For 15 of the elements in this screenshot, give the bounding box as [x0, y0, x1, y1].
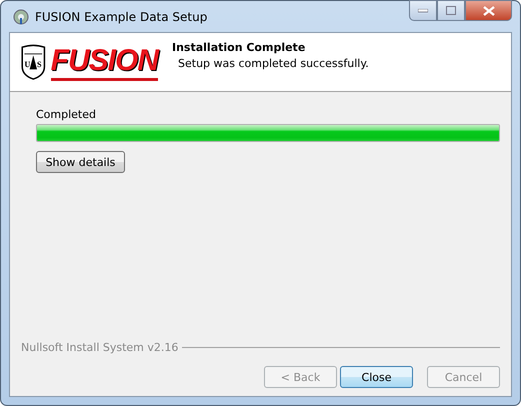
installer-icon — [13, 8, 29, 24]
progress-label: Completed — [36, 108, 97, 121]
page-title: Installation Complete — [172, 41, 306, 54]
window-title: FUSION Example Data Setup — [35, 10, 208, 24]
minimize-icon — [418, 8, 428, 12]
show-details-button[interactable]: Show details — [36, 151, 125, 173]
maximize-icon — [446, 6, 456, 15]
logo-wordmark: FUSION — [50, 44, 158, 80]
branding-text: Nullsoft Install System v2.16 — [21, 341, 178, 354]
minimize-button[interactable] — [409, 0, 437, 21]
page-subtitle: Setup was completed successfully. — [177, 57, 369, 70]
close-icon — [482, 6, 494, 16]
maximize-button[interactable] — [437, 0, 465, 21]
dialog-button[interactable]: Close — [340, 366, 413, 388]
close-button[interactable] — [465, 0, 512, 21]
